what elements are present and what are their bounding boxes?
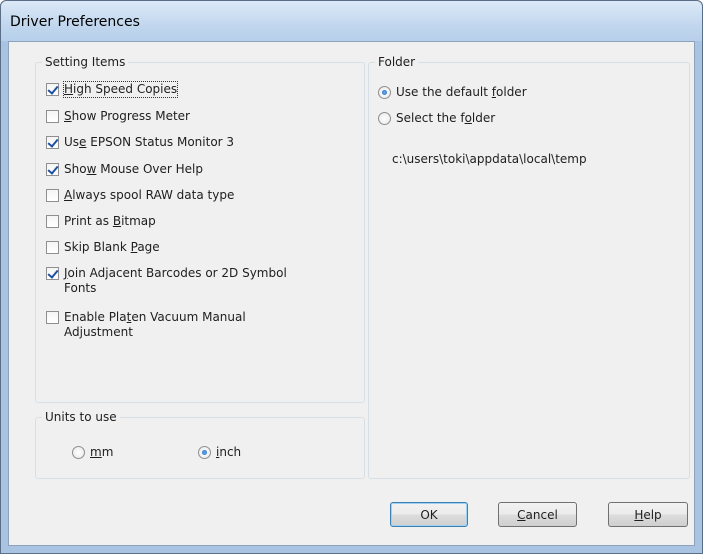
checkbox-high-speed-copies[interactable]: High Speed Copies: [46, 81, 179, 98]
ok-button-label: OK: [420, 507, 438, 522]
setting-items-legend: Setting Items: [42, 55, 129, 69]
units-group: Units to use mm inch: [35, 410, 365, 479]
driver-preferences-dialog: Driver Preferences Setting Items High Sp…: [0, 0, 703, 554]
checkbox-box[interactable]: [46, 163, 59, 176]
checkbox-box[interactable]: [46, 311, 59, 324]
checkbox-join-adjacent-barcodes[interactable]: Join Adjacent Barcodes or 2D Symbol Font…: [46, 266, 309, 296]
checkbox-label: Enable Platen Vacuum Manual Adjustment: [64, 310, 246, 339]
radio-inch-button[interactable]: [198, 445, 211, 459]
checkbox-box[interactable]: [46, 189, 59, 202]
checkbox-label: High Speed Copies: [62, 81, 179, 98]
checkbox-skip-blank-page[interactable]: Skip Blank Page: [46, 240, 304, 255]
checkbox-use-epson-status-monitor[interactable]: Use EPSON Status Monitor 3: [46, 135, 304, 150]
checkbox-label: Always spool RAW data type: [64, 188, 235, 202]
help-button-label: Help: [634, 507, 662, 522]
radio-default-folder-label: Use the default folder: [396, 85, 527, 99]
folder-path: c:\users\toki\appdata\local\temp: [392, 152, 587, 166]
checkbox-show-mouse-over-help[interactable]: Show Mouse Over Help: [46, 162, 304, 177]
radio-inch-label: inch: [216, 445, 242, 459]
radio-mm-label: mm: [90, 445, 114, 459]
checkbox-enable-platen-vacuum[interactable]: Enable Platen Vacuum Manual Adjustment: [46, 310, 304, 340]
radio-inch[interactable]: inch: [198, 445, 241, 459]
checkbox-label: Use EPSON Status Monitor 3: [64, 135, 235, 149]
folder-legend: Folder: [375, 55, 419, 69]
radio-select-folder[interactable]: Select the folder: [378, 111, 495, 125]
checkbox-show-progress-meter[interactable]: Show Progress Meter: [46, 109, 304, 124]
radio-mm[interactable]: mm: [72, 445, 113, 459]
checkbox-box[interactable]: [46, 136, 59, 149]
checkbox-box[interactable]: [46, 110, 59, 123]
checkbox-label: Show Mouse Over Help: [64, 162, 204, 176]
checkbox-box[interactable]: [46, 267, 59, 280]
title-bar[interactable]: Driver Preferences: [1, 1, 702, 41]
help-button[interactable]: Help: [608, 502, 688, 527]
checkbox-label: Skip Blank Page: [64, 240, 160, 254]
dialog-body: Setting Items High Speed Copies Show Pro…: [8, 41, 695, 546]
radio-default-folder-button[interactable]: [378, 85, 391, 99]
units-legend: Units to use: [42, 410, 120, 424]
checkbox-label: Show Progress Meter: [64, 109, 190, 123]
dialog-title: Driver Preferences: [10, 14, 140, 30]
radio-use-default-folder[interactable]: Use the default folder: [378, 85, 527, 99]
checkbox-box[interactable]: [46, 241, 59, 254]
radio-mm-button[interactable]: [72, 445, 85, 459]
checkbox-print-as-bitmap[interactable]: Print as Bitmap: [46, 214, 304, 229]
cancel-button[interactable]: Cancel: [498, 502, 577, 527]
checkbox-label: Join Adjacent Barcodes or 2D Symbol Font…: [64, 266, 287, 295]
checkbox-always-spool-raw[interactable]: Always spool RAW data type: [46, 188, 304, 203]
checkbox-box[interactable]: [46, 215, 59, 228]
cancel-button-label: Cancel: [517, 507, 558, 522]
setting-items-group: Setting Items High Speed Copies Show Pro…: [35, 55, 365, 403]
checkbox-box[interactable]: [46, 83, 59, 96]
radio-select-folder-button[interactable]: [378, 111, 391, 125]
radio-select-folder-label: Select the folder: [396, 111, 496, 125]
ok-button[interactable]: OK: [390, 502, 468, 527]
folder-group: Folder Use the default folder Select the…: [368, 55, 690, 479]
checkbox-label: Print as Bitmap: [64, 214, 156, 228]
